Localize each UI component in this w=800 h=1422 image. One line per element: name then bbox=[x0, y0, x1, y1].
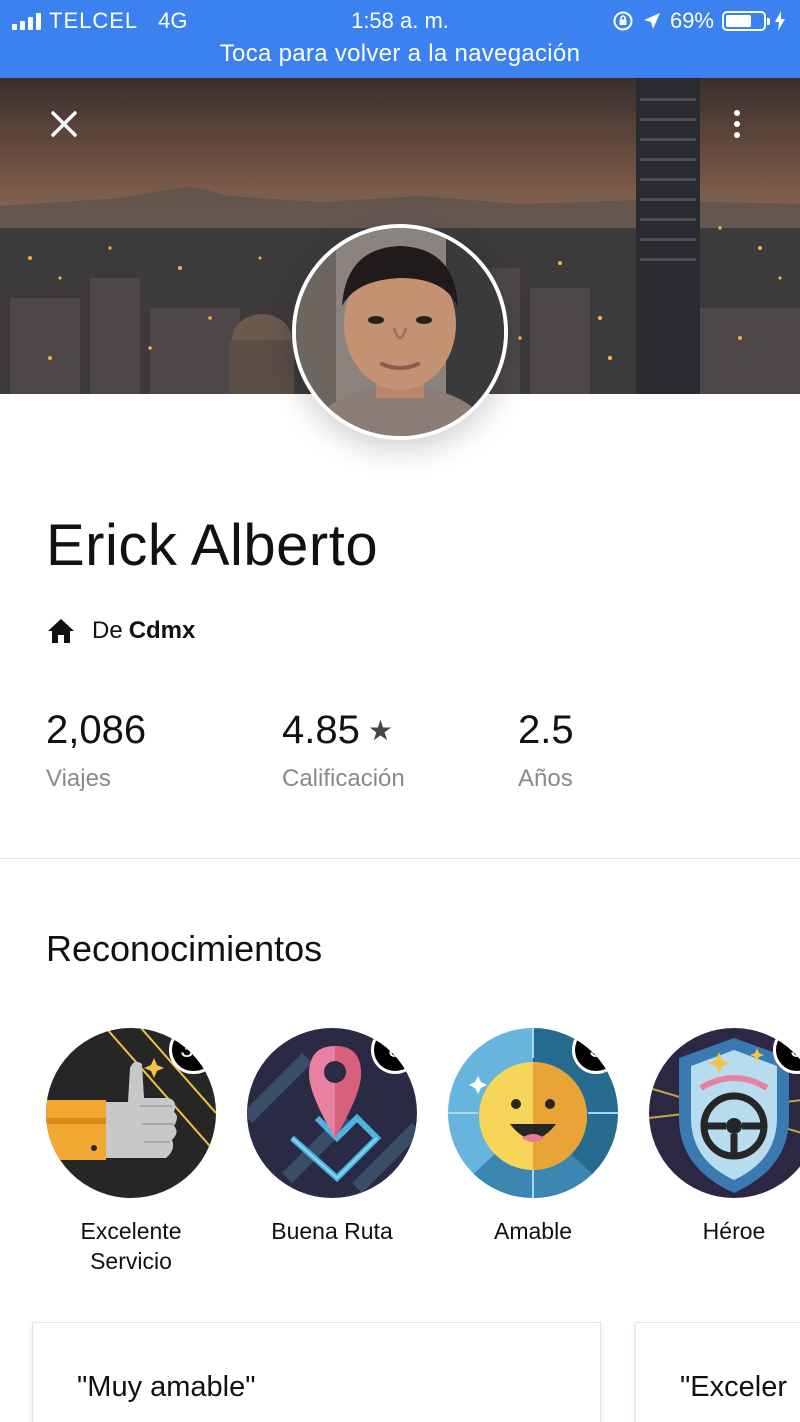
avatar bbox=[292, 224, 508, 440]
return-to-navigation-banner[interactable]: Toca para volver a la navegación bbox=[0, 40, 800, 68]
badge-label: Buena Ruta bbox=[271, 1218, 393, 1244]
stat-trips: 2,086 Viajes bbox=[46, 708, 146, 793]
stat-trips-value: 2,086 bbox=[46, 708, 147, 752]
close-icon bbox=[51, 111, 77, 137]
stat-years-label: Años bbox=[518, 765, 573, 792]
stat-rating-label: Calificación bbox=[282, 765, 405, 792]
badge-label: Amable bbox=[494, 1218, 572, 1244]
stat-years: 2.5 Años bbox=[518, 708, 574, 793]
recognitions-title: Reconocimientos bbox=[46, 928, 323, 969]
charging-bolt-icon bbox=[775, 11, 785, 31]
battery-percent: 69% bbox=[669, 8, 714, 33]
battery-icon bbox=[722, 11, 770, 31]
status-bar[interactable]: TELCEL 4G 1:58 a. m. 69% Toca para volve… bbox=[0, 0, 800, 78]
badge-good-route[interactable]: 8 Buena Ruta bbox=[247, 1028, 417, 1246]
stat-rating-value: 4.85 bbox=[282, 708, 360, 752]
more-options-button[interactable] bbox=[722, 104, 752, 144]
badge-count: 8 bbox=[371, 1028, 417, 1074]
hometown: De Cdmx bbox=[46, 616, 195, 646]
stat-trips-label: Viajes bbox=[46, 765, 111, 792]
badge-label: Excelente Servicio bbox=[80, 1218, 182, 1274]
location-arrow-icon bbox=[643, 13, 660, 29]
comment-text: "Exceler bbox=[680, 1371, 787, 1403]
stat-rating: 4.85 ★ Calificación bbox=[282, 708, 405, 793]
comment-text: "Muy amable" bbox=[77, 1371, 256, 1403]
divider bbox=[0, 858, 800, 859]
badge-hero[interactable]: 3 Héroe bbox=[649, 1028, 800, 1246]
hometown-city: Cdmx bbox=[128, 617, 196, 644]
badge-excellent-service[interactable]: 35 Excelente Servicio bbox=[46, 1028, 216, 1276]
orientation-lock-icon bbox=[613, 11, 633, 31]
badge-kind[interactable]: 3 Amable bbox=[448, 1028, 618, 1246]
close-button[interactable] bbox=[44, 102, 84, 146]
comment-card[interactable]: "Muy amable" bbox=[32, 1322, 601, 1422]
badge-count: 3 bbox=[572, 1028, 618, 1074]
star-icon: ★ bbox=[367, 715, 393, 746]
driver-name: Erick Alberto bbox=[46, 513, 379, 578]
comment-card[interactable]: "Exceler bbox=[635, 1322, 800, 1422]
hometown-prefix: De bbox=[92, 617, 123, 644]
badge-label: Héroe bbox=[702, 1218, 766, 1244]
stat-years-value: 2.5 bbox=[518, 708, 574, 752]
home-icon bbox=[48, 619, 74, 643]
more-vertical-icon bbox=[734, 110, 740, 116]
badge-count: 35 bbox=[169, 1028, 216, 1074]
